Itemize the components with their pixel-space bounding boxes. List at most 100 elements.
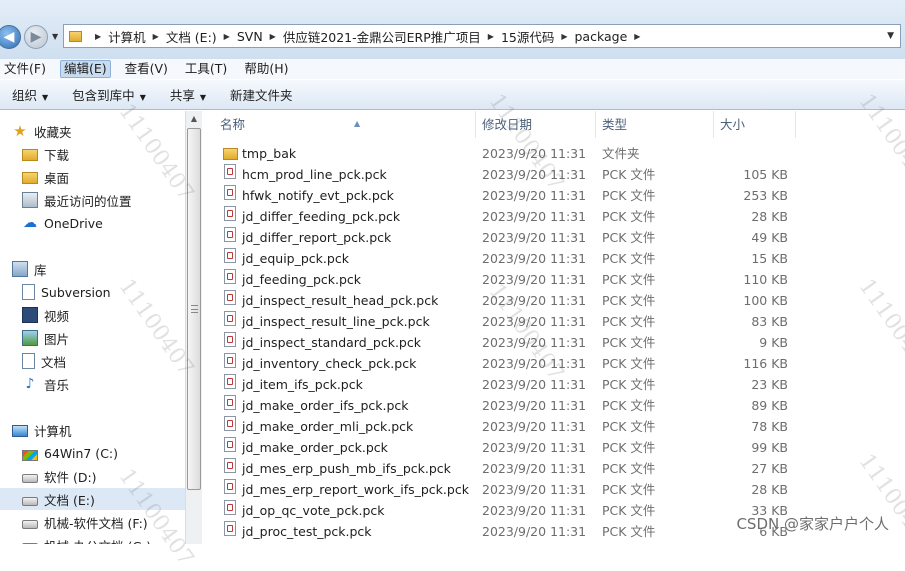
nav-drive-g[interactable]: 机械-办公文档 (G:) (22, 534, 185, 544)
grip-icon (191, 305, 198, 313)
share-button[interactable]: 共享 ▼ (158, 85, 218, 104)
breadcrumb-separator-icon[interactable]: ▶ (488, 32, 494, 41)
nav-subversion[interactable]: Subversion (22, 281, 185, 303)
file-type: PCK 文件 (602, 524, 656, 539)
breadcrumb-project[interactable]: 供应链2021-金鼎公司ERP推广项目 (283, 27, 481, 46)
file-name: jd_item_ifs_pck.pck (242, 377, 363, 392)
nav-drive-c[interactable]: 64Win7 (C:) (22, 442, 185, 464)
nav-computer[interactable]: 计算机 (12, 419, 185, 441)
file-row[interactable]: jd_equip_pck.pck 2023/9/20 11:31 PCK 文件 15 … (202, 248, 905, 269)
address-box[interactable]: ▶ 计算机 ▶ 文档 (E:) ▶ SVN ▶ 供应链2021-金鼎公司ERP推… (63, 24, 901, 48)
menu-help[interactable]: 帮助(H) (241, 60, 291, 78)
column-header-size[interactable]: 大小 (714, 111, 796, 138)
scrollbar-thumb[interactable] (187, 128, 201, 490)
file-icon (224, 416, 236, 431)
organize-button[interactable]: 组织 ▼ (0, 85, 60, 104)
file-row[interactable]: jd_feeding_pck.pck 2023/9/20 11:31 PCK 文件 1… (202, 269, 905, 290)
nav-videos[interactable]: 视频 (22, 304, 185, 326)
file-modified-date: 2023/9/20 11:31 (482, 293, 587, 308)
file-icon (224, 374, 236, 389)
nav-drive-d[interactable]: 软件 (D:) (22, 465, 185, 487)
new-folder-button[interactable]: 新建文件夹 (218, 85, 305, 104)
file-row[interactable]: jd_mes_erp_push_mb_ifs_pck.pck 2023/9/20 … (202, 458, 905, 479)
column-header-type[interactable]: 类型 (596, 111, 714, 138)
file-row[interactable]: jd_inspect_result_line_pck.pck 2023/9/20 … (202, 311, 905, 332)
file-name: tmp_bak (242, 146, 297, 161)
file-size: 110 KB (743, 272, 788, 287)
nav-pictures[interactable]: 图片 (22, 327, 185, 349)
nav-downloads[interactable]: 下载 (22, 143, 185, 165)
file-row[interactable]: jd_item_ifs_pck.pck 2023/9/20 11:31 PCK 文件… (202, 374, 905, 395)
nav-label: 机械-软件文档 (F:) (44, 515, 148, 531)
file-row[interactable]: jd_make_order_ifs_pck.pck 2023/9/20 11:31… (202, 395, 905, 416)
menu-view[interactable]: 查看(V) (122, 60, 171, 78)
sort-ascending-icon: ▲ (354, 119, 361, 128)
nav-favorites[interactable]: ★ 收藏夹 (12, 120, 185, 142)
nav-libraries[interactable]: 库 (12, 258, 185, 280)
breadcrumb-separator-icon[interactable]: ▶ (270, 32, 276, 41)
address-dropdown-icon[interactable]: ▼ (887, 31, 894, 41)
file-type: PCK 文件 (602, 314, 656, 329)
hard-drive-icon (22, 520, 38, 529)
music-note-icon: ♪ (25, 376, 35, 392)
nav-music[interactable]: ♪ 音乐 (22, 373, 185, 395)
breadcrumb-drive-e[interactable]: 文档 (E:) (166, 27, 217, 46)
file-type: 文件夹 (602, 146, 640, 161)
navigation-scrollbar[interactable]: ▲ (185, 111, 202, 544)
file-icon (224, 311, 236, 326)
file-icon (224, 437, 236, 452)
back-button[interactable]: ◀ (0, 25, 21, 49)
file-row[interactable]: jd_mes_erp_report_work_ifs_pck.pck 2023/9… (202, 479, 905, 500)
file-row[interactable]: jd_inventory_check_pck.pck 2023/9/20 11:3… (202, 353, 905, 374)
breadcrumb-separator-icon[interactable]: ▶ (561, 32, 567, 41)
file-row[interactable]: jd_differ_report_pck.pck 2023/9/20 11:31 P… (202, 227, 905, 248)
menu-edit[interactable]: 编辑(E) (59, 60, 111, 78)
include-library-button[interactable]: 包含到库中 ▼ (60, 85, 158, 104)
file-icon (224, 290, 236, 305)
nav-label: 收藏夹 (34, 124, 72, 140)
file-row[interactable]: jd_inspect_standard_pck.pck 2023/9/20 11:… (202, 332, 905, 353)
file-row[interactable]: hfwk_notify_evt_pck.pck 2023/9/20 11:31 PC… (202, 185, 905, 206)
breadcrumb-separator-icon[interactable]: ▶ (634, 32, 640, 41)
folder-row[interactable]: tmp_bak 2023/9/20 11:31 文件夹 (202, 143, 905, 164)
breadcrumb-computer[interactable]: 计算机 (108, 27, 146, 46)
breadcrumb-separator-icon[interactable]: ▶ (153, 32, 159, 41)
nav-drive-e[interactable]: 文档 (E:) (0, 488, 185, 510)
menu-tools[interactable]: 工具(T) (182, 60, 230, 78)
breadcrumb-package[interactable]: package (575, 29, 628, 44)
column-header-modified[interactable]: 修改日期 (476, 111, 596, 138)
menu-file[interactable]: 文件(F) (1, 60, 49, 78)
file-type: PCK 文件 (602, 461, 656, 476)
nav-recent-places[interactable]: 最近访问的位置 (22, 189, 185, 211)
breadcrumb-svn[interactable]: SVN (237, 29, 263, 44)
document-icon (22, 353, 35, 369)
nav-onedrive[interactable]: ☁ OneDrive (22, 212, 185, 234)
nav-drive-f[interactable]: 机械-软件文档 (F:) (22, 511, 185, 533)
file-modified-date: 2023/9/20 11:31 (482, 440, 587, 455)
forward-button[interactable]: ▶ (24, 25, 48, 49)
file-row[interactable]: jd_inspect_result_head_pck.pck 2023/9/20 … (202, 290, 905, 311)
column-header-name[interactable]: 名称 ▲ (214, 111, 476, 138)
file-row[interactable]: jd_make_order_pck.pck 2023/9/20 11:31 PCK … (202, 437, 905, 458)
nav-label: 计算机 (34, 423, 72, 439)
recent-pages-dropdown-icon[interactable]: ▼ (52, 32, 58, 41)
hard-drive-icon (22, 474, 38, 483)
file-size: 27 KB (751, 461, 788, 476)
file-row[interactable]: jd_differ_feeding_pck.pck 2023/9/20 11:31… (202, 206, 905, 227)
nav-desktop[interactable]: 桌面 (22, 166, 185, 188)
breadcrumb-separator-icon[interactable]: ▶ (95, 32, 101, 41)
scroll-up-icon[interactable]: ▲ (186, 111, 202, 127)
file-modified-date: 2023/9/20 11:31 (482, 524, 587, 539)
file-name: hfwk_notify_evt_pck.pck (242, 188, 394, 203)
nav-label: 机械-办公文档 (G:) (44, 536, 151, 545)
video-icon (22, 307, 38, 323)
file-modified-date: 2023/9/20 11:31 (482, 230, 587, 245)
file-row[interactable]: jd_make_order_mli_pck.pck 2023/9/20 11:31… (202, 416, 905, 437)
file-row[interactable]: hcm_prod_line_pck.pck 2023/9/20 11:31 PCK … (202, 164, 905, 185)
breadcrumb-source[interactable]: 15源代码 (501, 27, 554, 46)
file-size: 89 KB (751, 398, 788, 413)
breadcrumb-separator-icon[interactable]: ▶ (224, 32, 230, 41)
nav-documents[interactable]: 文档 (22, 350, 185, 372)
downloads-folder-icon (22, 149, 38, 161)
file-type: PCK 文件 (602, 440, 656, 455)
